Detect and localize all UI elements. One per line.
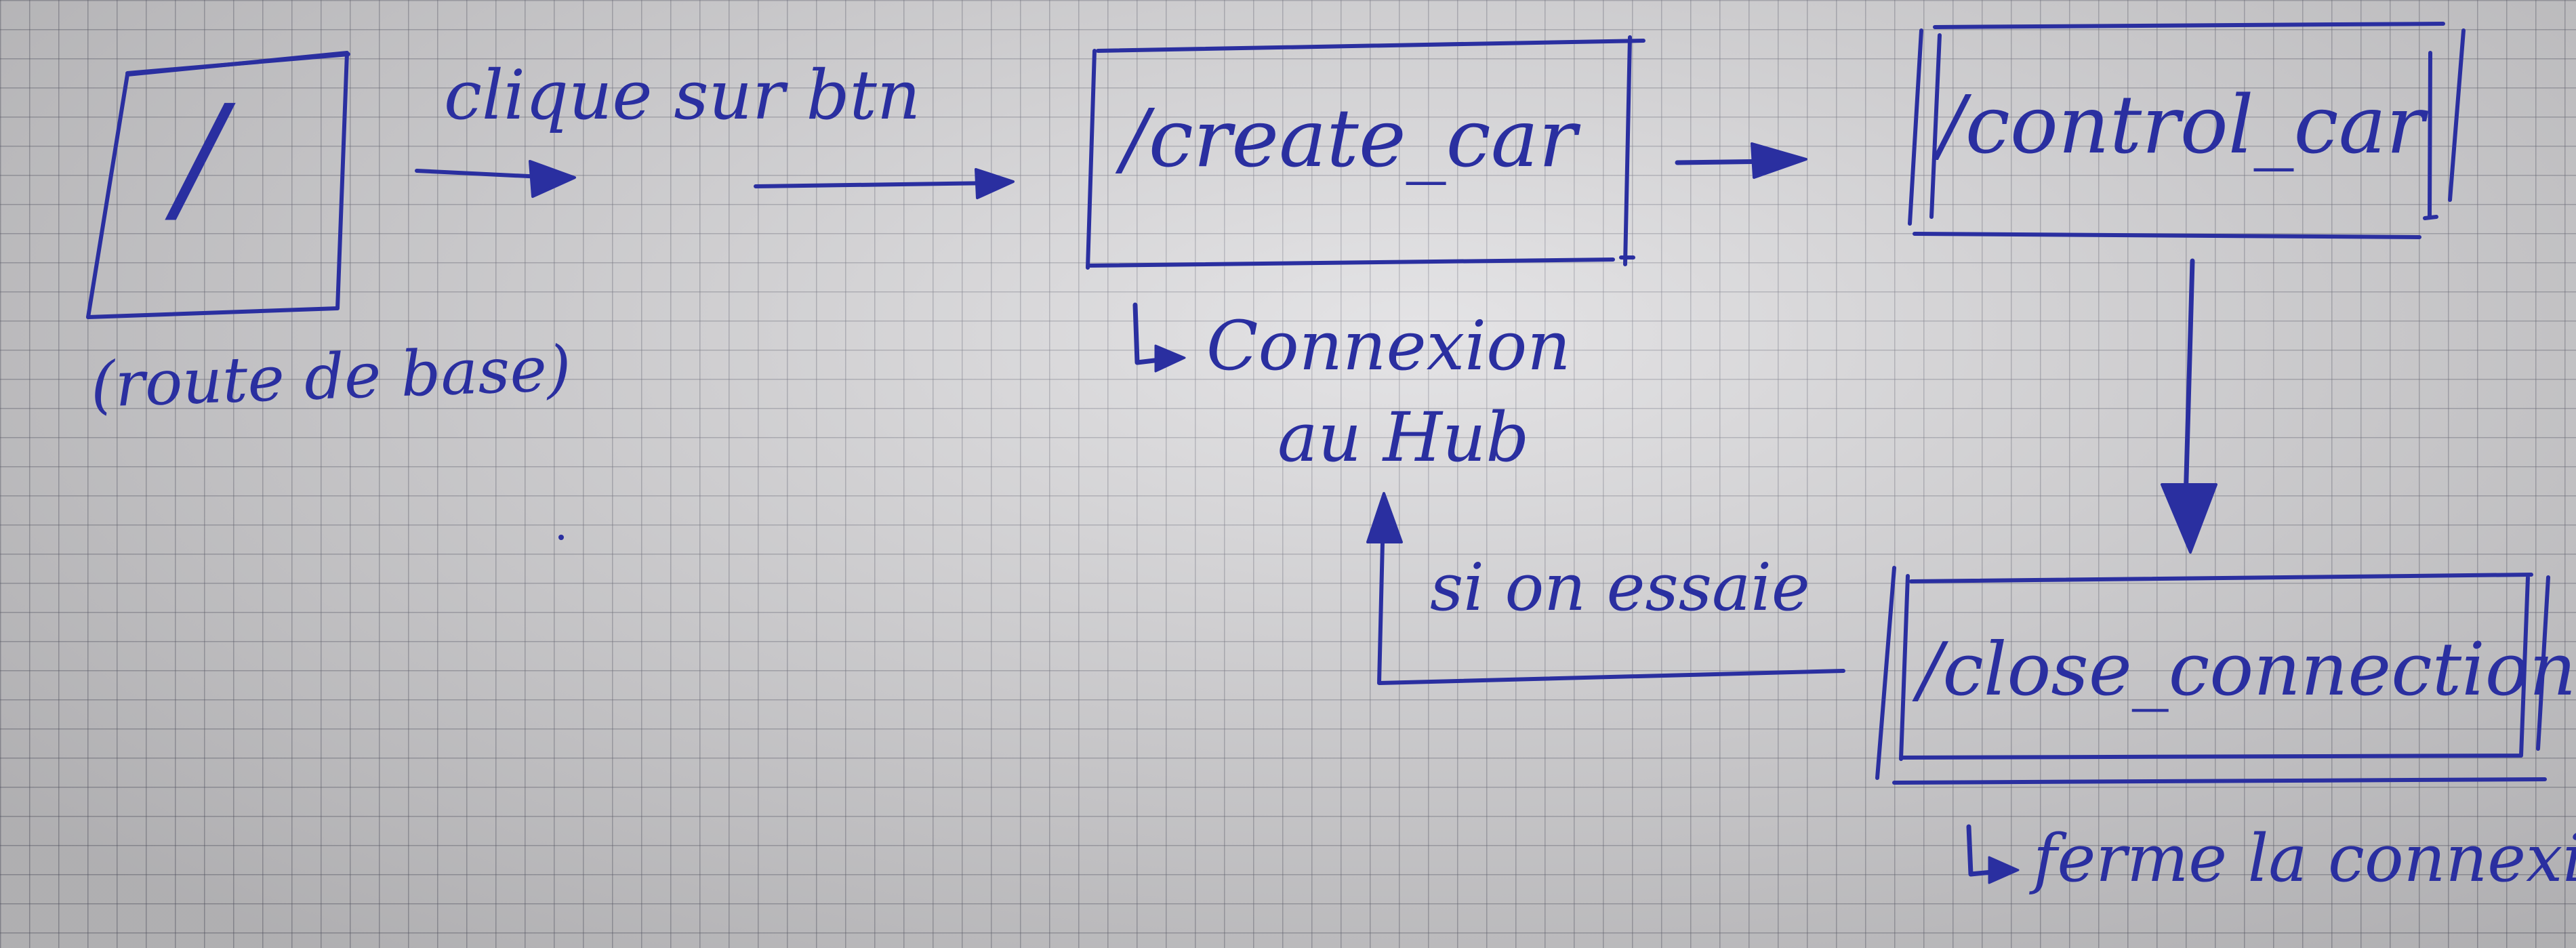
- create-car-node: /create_car Connexion au Hub: [1086, 35, 1645, 477]
- ink-dot: [558, 535, 564, 540]
- corner-arrow-head-icon: [1154, 344, 1186, 373]
- create-car-label: /create_car: [1115, 91, 1581, 185]
- create-car-note-line2: au Hub: [1277, 398, 1529, 477]
- edge-control-to-close: [2161, 258, 2217, 554]
- edge-root-to-create-label: clique sur btn: [444, 56, 920, 135]
- close-connection-node: /close_connection ferme la connexion: [1875, 566, 2576, 897]
- close-connection-label: /close_connection: [1912, 627, 2576, 712]
- root-node-label: /: [165, 75, 236, 241]
- edge-close-to-create: si on essaie: [1366, 492, 1845, 685]
- arrow-head-icon: [975, 168, 1015, 199]
- flow-diagram: / (route de base) clique sur btn /create…: [86, 22, 2576, 897]
- arrow-head-icon: [1751, 142, 1807, 179]
- edge-root-to-create-car: clique sur btn: [415, 56, 1015, 199]
- arrow-head-up-icon: [1366, 492, 1403, 543]
- control-car-label: /control_car: [1931, 78, 2429, 171]
- root-node-note: (route de base): [89, 332, 572, 421]
- close-connection-note: ferme la connexion: [2029, 821, 2576, 897]
- create-car-note-line1: Connexion: [1206, 306, 1571, 386]
- control-car-node: /control_car: [1908, 22, 2466, 239]
- edge-create-to-control: [1675, 142, 1807, 179]
- corner-arrow-head-icon: [1988, 856, 2020, 884]
- arrow-head-icon: [529, 160, 576, 198]
- edge-close-to-create-label: si on essaie: [1430, 550, 1810, 625]
- arrow-head-down-icon: [2161, 483, 2217, 554]
- edge-arrow-line-4: [2183, 258, 2195, 504]
- edge-arrow-line-2: [754, 181, 998, 188]
- root-node-top-line: [125, 52, 350, 75]
